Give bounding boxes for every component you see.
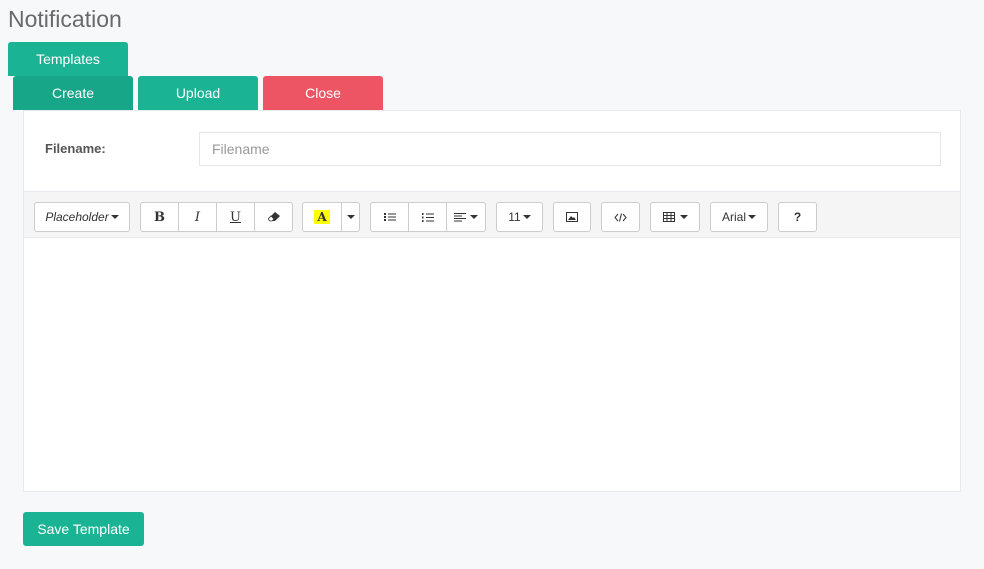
editor-content-area[interactable] — [24, 238, 960, 491]
font-size-dropdown[interactable]: 11 — [496, 202, 543, 232]
text-color-button[interactable]: A — [302, 202, 342, 232]
paragraph-align-dropdown[interactable] — [446, 202, 486, 232]
templates-button[interactable]: Templates — [8, 42, 128, 76]
code-view-button[interactable] — [601, 202, 640, 232]
close-button[interactable]: Close — [263, 76, 383, 110]
placeholder-dropdown-label: Placeholder — [45, 210, 109, 224]
placeholder-dropdown[interactable]: Placeholder — [34, 202, 130, 232]
upload-button[interactable]: Upload — [138, 76, 258, 110]
chevron-down-icon — [470, 215, 478, 219]
italic-button[interactable]: I — [178, 202, 217, 232]
editor-toolbar: Placeholder B I U A 11 Arial ? — [24, 191, 960, 238]
text-color-dropdown[interactable] — [341, 202, 360, 232]
bullet-list-icon — [383, 213, 396, 221]
align-left-icon — [454, 213, 466, 222]
image-icon — [566, 212, 578, 222]
underline-button[interactable]: U — [216, 202, 255, 232]
highlight-letter: A — [314, 210, 330, 224]
template-editor-panel: Filename: Placeholder B I U A — [23, 110, 961, 492]
code-icon — [614, 212, 627, 222]
chevron-down-icon — [679, 215, 688, 219]
help-button[interactable]: ? — [778, 202, 817, 232]
create-button[interactable]: Create — [13, 76, 133, 110]
numbered-list-icon — [421, 212, 434, 222]
bold-button[interactable]: B — [140, 202, 179, 232]
save-template-button[interactable]: Save Template — [23, 512, 144, 546]
clear-format-button[interactable] — [254, 202, 293, 232]
ordered-list-button[interactable] — [408, 202, 447, 232]
font-family-dropdown[interactable]: Arial — [710, 202, 768, 232]
eraser-icon — [267, 212, 280, 222]
chevron-down-icon — [522, 215, 531, 219]
chevron-down-icon — [346, 215, 355, 219]
page-title: Notification — [8, 6, 122, 32]
chevron-down-icon — [748, 215, 756, 219]
chevron-down-icon — [110, 215, 119, 219]
filename-input[interactable] — [199, 132, 941, 166]
font-size-value: 11 — [508, 210, 521, 224]
unordered-list-button[interactable] — [370, 202, 409, 232]
insert-image-button[interactable] — [553, 202, 591, 232]
table-icon — [662, 212, 675, 222]
table-dropdown[interactable] — [650, 202, 700, 232]
font-family-value: Arial — [721, 210, 746, 224]
filename-label: Filename: — [45, 141, 106, 156]
